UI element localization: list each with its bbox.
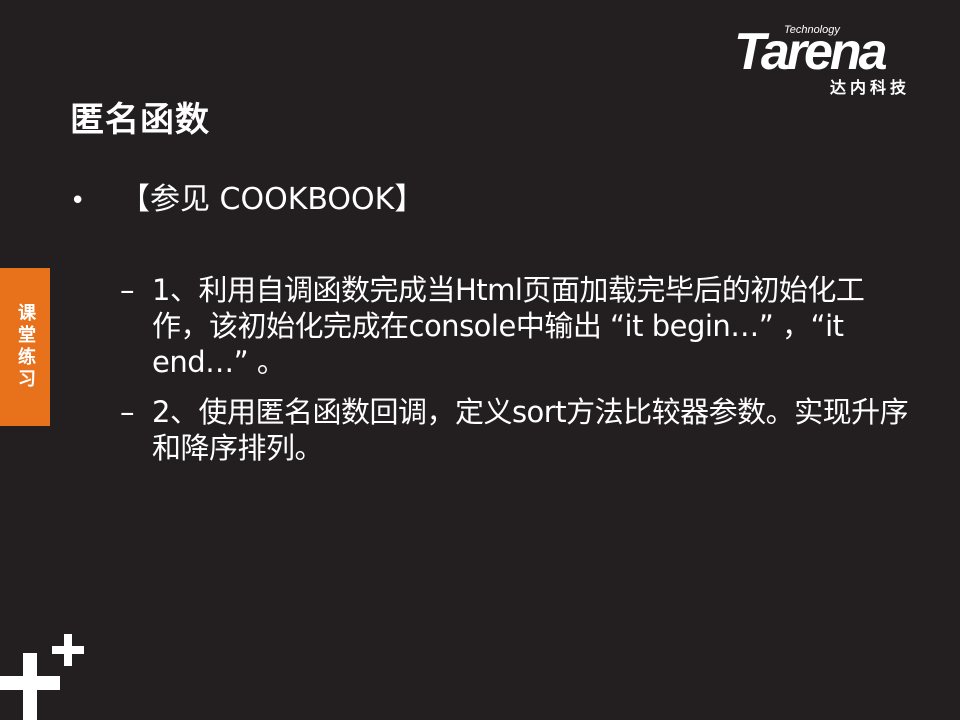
- tarena-logo: Tarena Technology 达内科技: [734, 22, 930, 102]
- logo-technology: Technology: [784, 24, 840, 36]
- slide-title: 匿名函数: [70, 100, 210, 140]
- slide: Tarena Technology 达内科技 匿名函数 课堂练习 • 【参见 C…: [0, 0, 960, 720]
- sub-item-2: – 2、使用匿名函数回调，定义sort方法比较器参数。实现升序和降序排列。: [120, 394, 920, 466]
- plus-icon: [0, 634, 84, 720]
- logo-chinese: 达内科技: [830, 78, 911, 97]
- side-tab: 课堂练习: [0, 268, 50, 426]
- sub-item-dash: –: [120, 395, 135, 429]
- bullet-item: • 【参见 COOKBOOK】: [70, 174, 424, 218]
- bullet-text: 【参见 COOKBOOK】: [120, 182, 425, 217]
- sub-item-text: 2、使用匿名函数回调，定义sort方法比较器参数。实现升序和降序排列。: [152, 395, 909, 465]
- sub-item-text: 1、利用自调函数完成当Html页面加载完毕后的初始化工作，该初始化完成在cons…: [152, 273, 865, 379]
- sub-item-dash: –: [120, 273, 135, 307]
- bullet-dot: •: [70, 186, 86, 216]
- sub-item-1: – 1、利用自调函数完成当Html页面加载完毕后的初始化工作，该初始化完成在co…: [120, 272, 920, 380]
- side-tab-label: 课堂练习: [15, 303, 36, 391]
